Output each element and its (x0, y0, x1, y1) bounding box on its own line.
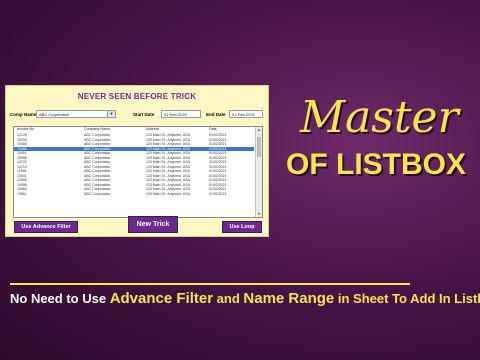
scroll-up-icon[interactable]: ▲ (256, 127, 262, 133)
use-loop-button[interactable]: Use Loop (222, 221, 262, 233)
vertical-scrollbar[interactable]: ▲ ▼ (255, 127, 262, 217)
master-heading: Master (300, 92, 459, 143)
form-title: NEVER SEEN BEFORE TRICK (77, 92, 197, 101)
caption-advance-filter: Advance Filter (109, 290, 214, 307)
bottom-caption: No Need to Use Advance Filter and Name R… (10, 290, 480, 307)
divider-line (10, 283, 410, 285)
list-cell: 123 Main St., Anytown, USA (146, 191, 190, 196)
scroll-down-icon[interactable]: ▼ (256, 211, 262, 217)
comp-name-combobox[interactable]: ABC Corporation ▼ (36, 110, 116, 118)
end-date-field[interactable]: 01-Feb-2021 (229, 110, 263, 118)
col-invoice-no: Invoice No (17, 127, 34, 131)
col-company-name: Company Name (84, 127, 110, 131)
end-date-label: End Date (206, 112, 226, 117)
userform-panel: NEVER SEEN BEFORE TRICK Comp Name ABC Co… (5, 85, 269, 237)
start-date-field[interactable]: 01-Feb-2020 (161, 110, 201, 118)
use-advance-filter-button[interactable]: Use Advance Filter (14, 221, 78, 233)
scroll-thumb[interactable] (257, 137, 261, 157)
chevron-down-icon[interactable]: ▼ (107, 111, 115, 117)
col-address: Address (146, 127, 160, 131)
caption-name-range: Name Range (243, 290, 335, 307)
caption-part-5: in Sheet To Add In Listbox (337, 291, 480, 306)
of-listbox-heading: OF LISTBOX (286, 148, 466, 181)
caption-part-3: and (213, 291, 244, 306)
comp-name-value: ABC Corporation (39, 112, 70, 117)
list-cell: ABC Corporation (84, 191, 111, 196)
list-rows: 12126 ABC Corporation 123 Main St., Anytow… (14, 133, 254, 196)
invoice-listbox[interactable]: Invoice No Company Name Address Date 121… (13, 126, 263, 218)
col-date: Date (209, 127, 217, 131)
list-item[interactable]: 13561 ABC Corporation 123 Main St., Anytow… (14, 192, 254, 197)
list-cell: 01/02/2021 (209, 191, 227, 196)
list-cell: 13561 (17, 191, 27, 196)
new-trick-button[interactable]: New Trick (128, 216, 178, 233)
comp-name-label: Comp Name (10, 112, 37, 117)
start-date-label: Start Date (133, 112, 155, 117)
caption-part-1: No Need to Use (10, 291, 110, 306)
